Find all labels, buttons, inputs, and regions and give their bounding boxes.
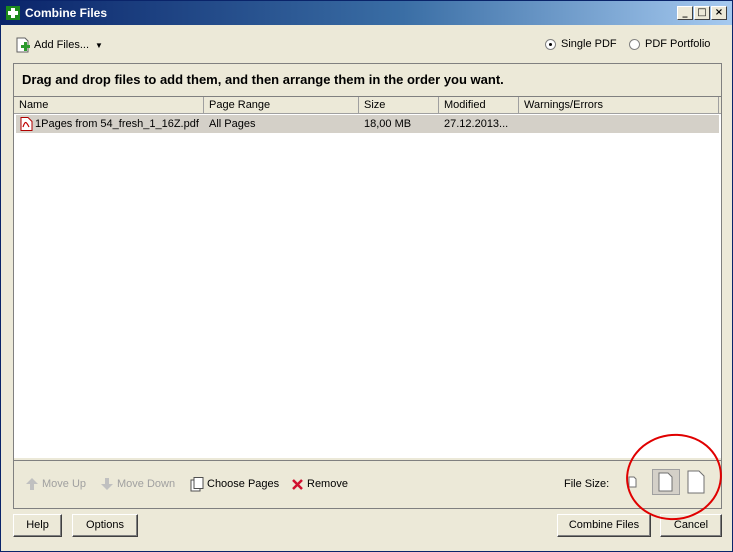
title-bar[interactable]: Combine Files _ □ × [1, 1, 732, 25]
choose-pages-label: Choose Pages [207, 478, 280, 490]
chevron-down-icon[interactable]: ▼ [95, 41, 103, 50]
column-header-size[interactable]: Size [359, 97, 439, 114]
window-title: Combine Files [25, 6, 108, 20]
page-range-cell: All Pages [209, 118, 256, 130]
remove-label: Remove [307, 478, 348, 490]
choose-pages-button[interactable]: Choose Pages [190, 475, 279, 493]
modified-cell: 27.12.2013... [444, 118, 509, 130]
arrow-down-icon [101, 478, 113, 490]
column-header-warnings[interactable]: Warnings/Errors [519, 97, 719, 114]
files-panel: Drag and drop files to add them, and the… [13, 63, 722, 509]
radio-unselected-icon [629, 38, 640, 50]
move-down-label: Move Down [117, 478, 176, 490]
remove-x-icon [292, 478, 303, 490]
top-toolbar: Add Files... ▼ Single PDF PDF Portfolio [1, 25, 732, 63]
size-cell: 18,00 MB [364, 118, 412, 130]
instructions-text: Drag and drop files to add them, and the… [22, 72, 504, 87]
maximize-button[interactable]: □ [694, 6, 710, 20]
table-header: Name Page Range Size Modified Warnings/E… [14, 97, 721, 114]
help-button[interactable]: Help [13, 514, 62, 537]
add-file-icon [16, 37, 30, 53]
add-files-button[interactable]: Add Files... ▼ [15, 36, 103, 54]
close-button[interactable]: × [711, 6, 727, 20]
column-header-modified[interactable]: Modified [439, 97, 519, 114]
arrow-up-icon [26, 478, 38, 490]
move-up-label: Move Up [42, 478, 87, 490]
combine-files-window: Combine Files _ □ × Add Files... ▼ Singl… [0, 0, 733, 552]
combine-files-button[interactable]: Combine Files [557, 514, 651, 537]
radio-selected-icon [545, 38, 556, 50]
file-list-table[interactable]: Name Page Range Size Modified Warnings/E… [14, 96, 721, 458]
column-header-name[interactable]: Name [14, 97, 204, 114]
remove-button[interactable]: Remove [291, 475, 348, 493]
move-up-button[interactable]: Move Up [25, 475, 86, 493]
pages-icon [190, 476, 204, 491]
table-row[interactable]: 1Pages from 54_fresh_1_16Z.pdf All Pages… [16, 115, 719, 133]
pdf-portfolio-label: PDF Portfolio [645, 38, 711, 50]
pdf-portfolio-radio[interactable]: PDF Portfolio [629, 38, 710, 50]
single-pdf-label: Single PDF [561, 38, 617, 50]
move-down-button[interactable]: Move Down [100, 475, 175, 493]
list-tools-bar: Move Up Move Down Choose Pages Remove Fi… [14, 460, 721, 508]
file-size-label: File Size: [564, 478, 610, 490]
single-pdf-radio[interactable]: Single PDF [545, 38, 617, 50]
pdf-file-icon [20, 117, 33, 131]
add-files-label: Add Files... [34, 39, 90, 51]
combine-app-icon [6, 6, 20, 20]
file-name-cell: 1Pages from 54_fresh_1_16Z.pdf [35, 118, 199, 130]
column-header-page-range[interactable]: Page Range [204, 97, 359, 114]
options-button[interactable]: Options [72, 514, 138, 537]
minimize-button[interactable]: _ [677, 6, 693, 20]
